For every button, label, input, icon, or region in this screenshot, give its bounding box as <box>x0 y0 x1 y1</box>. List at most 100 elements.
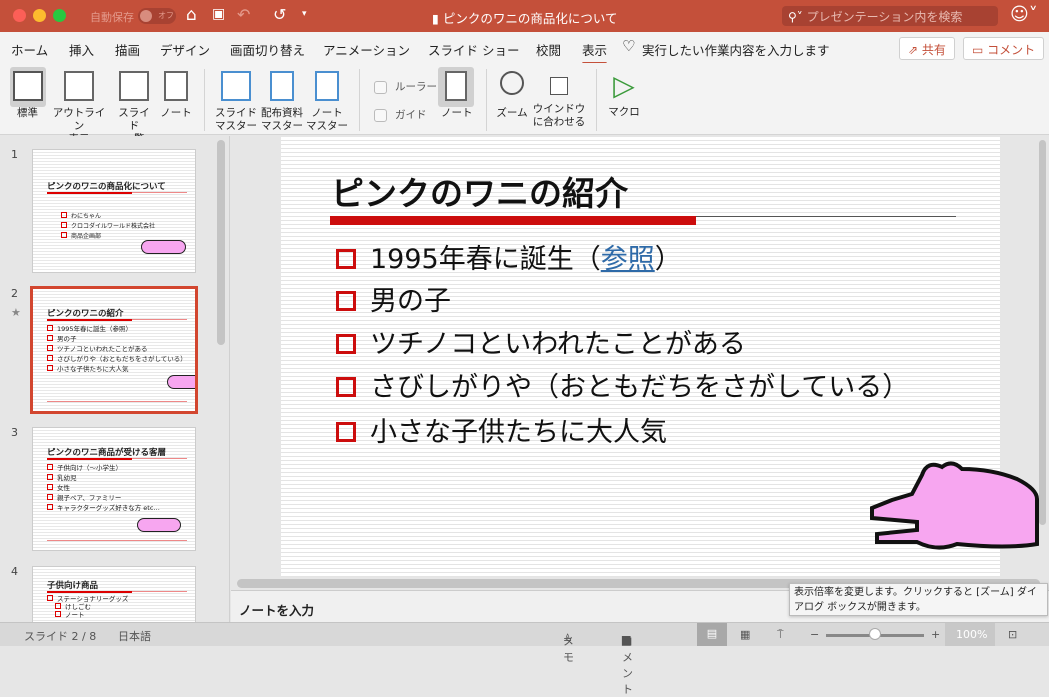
zoom-tooltip: 表示倍率を変更します。クリックすると [ズーム] ダイ アログ ボックスが開きます… <box>789 583 1048 616</box>
slide-vertical-scrollbar[interactable] <box>1039 140 1046 525</box>
notes-master-button[interactable]: ノート マスター <box>305 67 349 133</box>
status-bar: スライド 2 / 8 日本語 ≜ メモ ▆ コメント ▤ ▦ ⍑ − + 100… <box>0 622 1049 696</box>
close-window-button[interactable] <box>13 9 26 22</box>
home-icon[interactable]: ⌂ <box>186 5 197 25</box>
thumb-line: 乳幼児 <box>47 474 77 482</box>
bullet-text: ツチノコといわれたことがある <box>370 329 746 360</box>
slide-number: 1 <box>11 148 18 161</box>
handout-master-button[interactable]: 配布資料 マスター <box>260 67 304 133</box>
reference-link[interactable]: 参照 <box>601 244 655 275</box>
share-label: 共有 <box>921 43 946 57</box>
thumb-line: 男の子 <box>47 335 77 343</box>
bullet-text: 男の子 <box>370 286 451 317</box>
slide-master-button[interactable]: スライド マスター <box>214 67 258 133</box>
thumb-line: 親子ペア、ファミリー <box>47 494 121 502</box>
slide-sorter-icon <box>119 71 149 101</box>
bullet-item[interactable]: さびしがりや（おともだちをさがしている） <box>336 365 909 404</box>
sorter-label-1: スライド <box>118 107 150 132</box>
slide-thumbnail-1[interactable]: ピンクのワニの商品化について わにちゃん クロコダイルワールド株式会社 商品企画… <box>32 149 196 273</box>
square-bullet-icon <box>336 422 356 442</box>
zoom-window-button[interactable] <box>53 9 66 22</box>
tab-slideshow[interactable]: スライド ショー <box>428 40 519 59</box>
tab-view[interactable]: 表示 <box>582 40 608 65</box>
thumb-line: 女性 <box>47 484 70 492</box>
thumb-line: 小さな子供たちに大人気 <box>47 365 129 373</box>
square-bullet-icon <box>336 334 356 354</box>
ruler-checkbox[interactable]: ルーラー <box>374 79 437 94</box>
slide-sorter-button[interactable]: スライド一覧 <box>114 67 154 146</box>
outline-view-button[interactable]: アウトライン表示 <box>48 67 110 146</box>
share-button[interactable]: ⇗ 共有 <box>899 37 955 60</box>
autosave-state: オフ <box>158 11 174 20</box>
tab-transitions[interactable]: 画面切り替え <box>230 40 305 59</box>
slide-thumbnail-3[interactable]: ピンクのワニ商品が受ける客層 子供向け（～小学生） 乳幼児 女性 親子ペア、ファ… <box>32 427 196 551</box>
slide-thumbnail-pane: 1 ピンクのワニの商品化について わにちゃん クロコダイルワールド株式会社 商品… <box>0 136 230 622</box>
fit-to-window-button[interactable]: ウインドウ に合わせる <box>532 67 586 129</box>
zoom-level-button[interactable]: 100% <box>945 623 995 646</box>
slide-thumbnail-2[interactable]: ピンクのワニの紹介 1995年春に誕生（参照） 男の子 ツチノコといわれたことが… <box>30 286 198 414</box>
divider <box>486 69 487 131</box>
animation-star-icon: ★ <box>11 306 21 319</box>
save-icon[interactable]: ▣ <box>212 6 225 22</box>
normal-view-label: 標準 <box>17 107 38 119</box>
minimize-window-button[interactable] <box>33 9 46 22</box>
smiley-feedback-icon[interactable]: ☺˅ <box>1010 4 1038 25</box>
notes-toggle-label: ノート <box>441 107 473 119</box>
macro-button[interactable]: ▷ マクロ <box>606 67 642 119</box>
thumb-line: ステーショナリーグッズ <box>47 595 128 603</box>
handout-master-label-2: マスター <box>261 120 303 132</box>
thumb-line: さびしがりや（おともだちをさがしている） <box>47 355 187 363</box>
notes-page-button[interactable]: ノート <box>158 67 194 120</box>
tell-me-input[interactable]: 実行したい作業内容を入力します <box>642 40 830 59</box>
zoom-out-button[interactable]: − <box>810 628 819 641</box>
thumb-line: キャラクターグッズ好きな方 etc… <box>47 504 160 512</box>
pink-crocodile-image[interactable] <box>862 455 1042 550</box>
customize-toolbar-icon[interactable]: ▾ <box>302 9 307 19</box>
redo-icon[interactable]: ↺ <box>273 5 286 24</box>
slide-number: 2 <box>11 287 18 300</box>
magnifier-icon <box>500 71 524 95</box>
tab-insert[interactable]: 挿入 <box>69 40 94 59</box>
tab-animations[interactable]: アニメーション <box>323 40 410 59</box>
square-bullet-icon <box>336 377 356 397</box>
bullet-item[interactable]: 小さな子供たちに大人気 <box>336 410 667 449</box>
bullet-item[interactable]: ツチノコといわれたことがある <box>336 322 746 361</box>
guides-checkbox[interactable]: ガイド <box>374 107 427 122</box>
zoom-button[interactable]: ズーム <box>494 67 530 120</box>
slide-title[interactable]: ピンクのワニの紹介 <box>331 167 628 215</box>
slide-sorter-status-button[interactable]: ▦ <box>740 628 750 641</box>
normal-view-button[interactable] <box>10 67 46 107</box>
thumb-title: ピンクのワニの商品化について <box>47 182 166 192</box>
autosave-label: 自動保存 <box>90 11 134 24</box>
zoom-in-button[interactable]: + <box>931 628 940 641</box>
undo-icon[interactable]: ↶ <box>237 5 250 24</box>
slide-thumbnail-4[interactable]: 子供向け商品 ステーショナリーグッズ けしごむ ノート <box>32 566 196 622</box>
slide-master-label-1: スライド <box>215 107 257 119</box>
normal-view-icon <box>13 71 43 101</box>
notes-toggle-button[interactable] <box>438 67 474 107</box>
outline-label-1: アウトライン <box>52 107 106 132</box>
thumb-line: ノート <box>55 611 85 619</box>
tooltip-line: 表示倍率を変更します。クリックすると [ズーム] ダイ <box>794 587 1037 598</box>
tab-review[interactable]: 校閲 <box>536 40 561 59</box>
slideshow-status-button[interactable]: ⍑ <box>777 628 784 642</box>
zoom-label: ズーム <box>496 107 528 119</box>
fit-window-icon <box>550 77 568 95</box>
search-presentation-input[interactable]: ⚲˅ プレゼンテーション内を検索 <box>782 6 998 26</box>
normal-view-status-button[interactable]: ▤ <box>697 623 727 646</box>
comments-status-label: コメント <box>622 635 633 696</box>
bullet-item[interactable]: 1995年春に誕生（参照） <box>336 237 682 276</box>
autosave-toggle[interactable]: オフ <box>138 8 176 24</box>
thumb-title: ピンクのワニ商品が受ける客層 <box>47 448 167 458</box>
ribbon-tabs: ホーム 挿入 描画 デザイン 画面切り替え アニメーション スライド ショー 校… <box>0 32 1049 65</box>
bullet-item[interactable]: 男の子 <box>336 279 451 318</box>
fit-slide-button[interactable]: ⊡ <box>1008 628 1017 641</box>
tab-home[interactable]: ホーム <box>11 40 48 59</box>
tab-draw[interactable]: 描画 <box>115 40 140 59</box>
search-icon: ⚲˅ <box>788 10 807 24</box>
comment-button[interactable]: ▭ コメント <box>963 37 1045 60</box>
thumbnail-scrollbar[interactable] <box>217 140 225 345</box>
zoom-slider-thumb[interactable] <box>869 628 881 640</box>
tab-design[interactable]: デザイン <box>160 40 210 59</box>
language-indicator[interactable]: 日本語 <box>118 628 151 644</box>
